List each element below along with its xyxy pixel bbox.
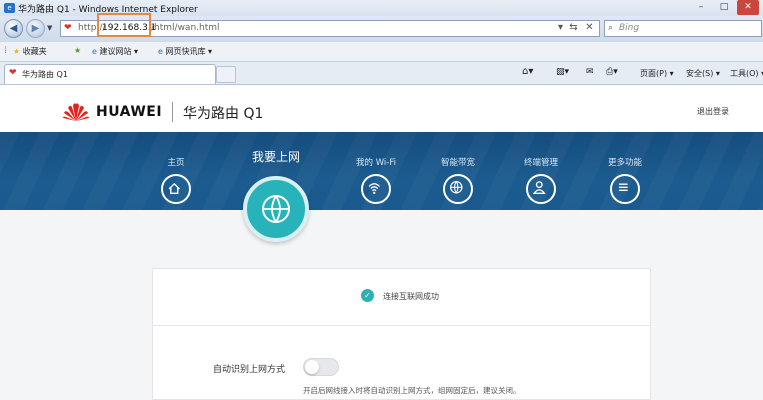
- nav-item-devices[interactable]: 终端管理: [524, 156, 576, 168]
- compat-view-icon[interactable]: ⇆: [566, 20, 581, 35]
- web-slice-gallery-link[interactable]: e 网页快讯库 ▾: [158, 46, 212, 57]
- product-title: 华为路由 Q1: [183, 106, 264, 122]
- tools-menu[interactable]: 工具(O) ▾: [730, 68, 763, 79]
- auto-detect-toggle[interactable]: [303, 358, 339, 376]
- back-arrow-icon: ◀: [9, 23, 18, 34]
- stop-icon[interactable]: ✕: [582, 20, 597, 35]
- huawei-favicon-icon: ❤: [9, 68, 17, 78]
- header-divider: [172, 102, 173, 122]
- huawei-logo-icon: [63, 103, 89, 121]
- auto-detect-hint: 开启后网线接入时将自动识别上网方式，组网固定后，建议关闭。: [303, 386, 521, 395]
- search-input[interactable]: ⌕ Bing: [604, 20, 762, 37]
- nav-item-more[interactable]: 更多功能: [608, 156, 660, 168]
- globe-icon: [262, 195, 290, 223]
- search-placeholder: Bing: [619, 23, 640, 33]
- page-menu[interactable]: 页面(P) ▾: [640, 68, 674, 79]
- brand-name: HUAWEI: [96, 104, 163, 120]
- card-divider: [153, 325, 650, 326]
- logout-link[interactable]: 退出登录: [697, 106, 729, 117]
- nav-item-internet[interactable]: [243, 176, 309, 242]
- favorites-bar: ⁞ ★ 收藏夹 ★ e 建议网站 ▾ e 网页快讯库 ▾: [0, 42, 763, 62]
- nav-label: 智能带宽: [440, 158, 475, 168]
- suggested-sites-label: 建议网站 ▾: [99, 47, 139, 56]
- history-dropdown-icon[interactable]: ▼: [47, 24, 52, 32]
- nav-label: 主页: [167, 158, 185, 168]
- tab-label: 华为路由 Q1: [22, 70, 68, 79]
- ie-page-icon: e: [158, 47, 163, 56]
- ie-app-icon: e: [4, 3, 15, 13]
- nav-label: 更多功能: [607, 158, 642, 168]
- web-slice-gallery-label: 网页快讯库 ▾: [165, 47, 213, 56]
- star-icon: ★: [13, 47, 21, 56]
- site-favicon-icon: ❤: [64, 23, 72, 33]
- maximize-button[interactable]: □: [713, 0, 735, 15]
- settings-card: ✓ 连接互联网成功 自动识别上网方式 开启后网线接入时将自动识别上网方式，组网固…: [152, 268, 651, 400]
- ie-page-icon: e: [92, 47, 97, 56]
- forward-arrow-icon: ▶: [31, 23, 40, 34]
- url-path: /html/wan.html: [151, 23, 220, 33]
- back-button[interactable]: ◀: [4, 19, 23, 38]
- nav-item-bandwidth[interactable]: 智能带宽: [441, 156, 493, 168]
- auto-detect-label: 自动识别上网方式: [213, 365, 286, 375]
- bandwidth-icon[interactable]: [443, 174, 473, 204]
- nav-label: 我的 Wi-Fi: [356, 158, 396, 168]
- read-mail-icon[interactable]: ✉: [586, 67, 594, 77]
- safety-menu[interactable]: 安全(S) ▾: [686, 68, 720, 79]
- tab-bar: ❤ 华为路由 Q1 ⌂▾ ▧▾ ✉ ⎙▾ 页面(P) ▾ 安全(S) ▾ 工具(…: [0, 62, 763, 85]
- favorites-label: 收藏夹: [22, 47, 47, 56]
- feeds-icon[interactable]: ▧▾: [556, 67, 569, 77]
- toggle-knob: [305, 360, 319, 374]
- tab-router[interactable]: ❤ 华为路由 Q1: [4, 64, 216, 84]
- minimize-button[interactable]: –: [690, 0, 712, 15]
- new-tab-button[interactable]: [216, 66, 236, 83]
- user-icon[interactable]: [526, 174, 556, 204]
- nav-label: 终端管理: [523, 158, 558, 168]
- menu-icon[interactable]: [610, 174, 640, 204]
- forward-button[interactable]: ▶: [26, 19, 45, 38]
- add-favorite-icon[interactable]: ★: [74, 46, 81, 55]
- page-header: HUAWEI 华为路由 Q1 退出登录: [0, 86, 763, 132]
- separator-grip-icon: ⁞: [4, 45, 8, 56]
- search-icon: ⌕: [608, 23, 614, 33]
- suggested-sites-link[interactable]: e 建议网站 ▾: [92, 46, 138, 57]
- router-page: HUAWEI 华为路由 Q1 退出登录 主页 我的 Wi-Fi 智能带宽 终端管…: [0, 86, 763, 400]
- connection-status: 连接互联网成功: [383, 292, 439, 301]
- print-icon[interactable]: ⎙▾: [606, 67, 618, 77]
- main-nav: 主页 我的 Wi-Fi 智能带宽 终端管理 更多功能 我要上网: [0, 132, 763, 210]
- wifi-icon[interactable]: [361, 174, 391, 204]
- favorites-button[interactable]: ★ 收藏夹: [13, 46, 47, 57]
- url-host-highlight: [97, 13, 151, 37]
- home-icon[interactable]: [161, 174, 191, 204]
- nav-item-wifi[interactable]: 我的 Wi-Fi: [356, 156, 411, 168]
- home-icon[interactable]: ⌂▾: [522, 66, 533, 77]
- success-check-icon: ✓: [361, 289, 374, 302]
- close-window-button[interactable]: ✕: [737, 0, 759, 15]
- nav-item-internet-label[interactable]: 我要上网: [240, 148, 312, 165]
- nav-item-home[interactable]: 主页: [167, 156, 211, 168]
